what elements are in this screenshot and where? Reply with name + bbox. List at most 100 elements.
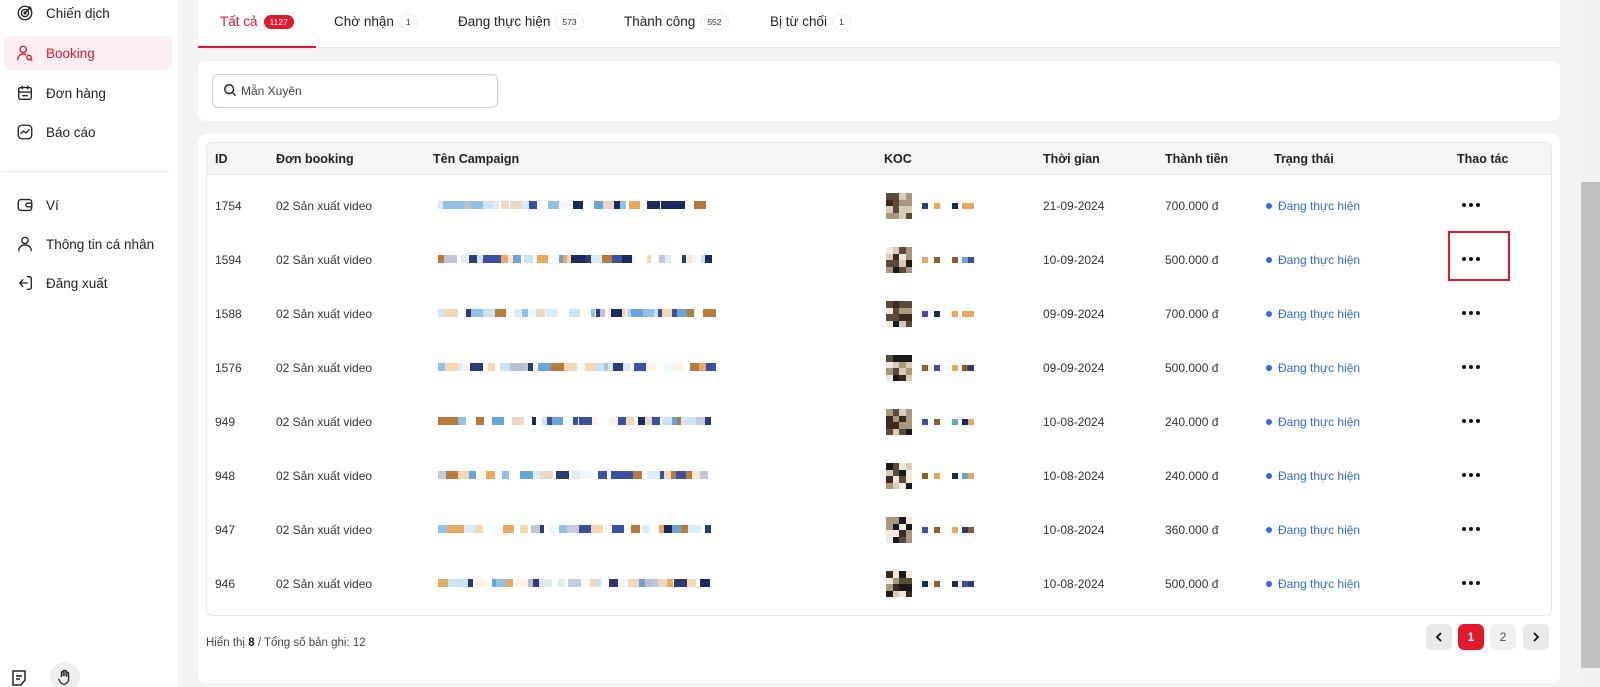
more-actions-button[interactable] bbox=[1458, 193, 1484, 217]
calendar-icon bbox=[16, 84, 34, 102]
user-search-icon bbox=[16, 44, 34, 62]
sidebar-item-logout[interactable]: Đăng xuất bbox=[4, 266, 172, 300]
tab-success[interactable]: Thành công 552 bbox=[624, 14, 728, 29]
search-panel bbox=[198, 61, 1560, 121]
page-2-button[interactable]: 2 bbox=[1490, 624, 1516, 650]
table-row[interactable]: 1594 02 Sản xuất video 10-09-2024 500.000 đ… bbox=[207, 233, 1551, 287]
search-box[interactable] bbox=[212, 74, 498, 108]
bookings-table: ID Đơn booking Tên Campaign KOC Thời gia… bbox=[206, 142, 1552, 616]
sidebar-item-reports[interactable]: Báo cáo bbox=[4, 115, 172, 149]
status-tabs: Tất cả 1127 Chờ nhận 1 Đang thực hiện 57… bbox=[198, 0, 1560, 48]
campaign-name-blurred bbox=[438, 309, 716, 319]
more-actions-button[interactable] bbox=[1458, 571, 1484, 595]
tab-all[interactable]: Tất cả 1127 bbox=[220, 14, 294, 29]
tab-label: Đang thực hiện bbox=[458, 14, 551, 29]
more-actions-button[interactable] bbox=[1458, 355, 1484, 379]
cell-id: 948 bbox=[215, 469, 236, 483]
status-badge: Đang thực hiện bbox=[1266, 361, 1360, 375]
wave-hand-icon[interactable] bbox=[50, 662, 80, 687]
cell-time: 09-09-2024 bbox=[1043, 307, 1105, 321]
table-row[interactable]: 947 02 Sản xuất video 10-08-2024 360.000 đ Đ… bbox=[207, 503, 1551, 557]
sidebar-item-label: Báo cáo bbox=[46, 124, 96, 140]
page-1-button[interactable]: 1 bbox=[1458, 624, 1484, 650]
col-header-koc: KOC bbox=[884, 152, 912, 166]
scrollbar-thumb[interactable] bbox=[1581, 182, 1600, 668]
more-actions-button[interactable] bbox=[1458, 409, 1484, 433]
table-row[interactable]: 1588 02 Sản xuất video 09-09-2024 700.000 đ… bbox=[207, 287, 1551, 341]
search-icon bbox=[223, 83, 241, 100]
cell-time: 10-08-2024 bbox=[1043, 577, 1105, 591]
status-dot-icon bbox=[1266, 365, 1272, 371]
tab-in-progress[interactable]: Đang thực hiện 573 bbox=[458, 14, 583, 29]
wallet-icon bbox=[16, 196, 34, 214]
more-actions-button[interactable] bbox=[1458, 517, 1484, 541]
more-actions-button[interactable] bbox=[1458, 463, 1484, 487]
sidebar-item-orders[interactable]: Đơn hàng bbox=[4, 76, 172, 110]
col-header-id: ID bbox=[215, 152, 228, 166]
cell-amount: 700.000 đ bbox=[1165, 199, 1219, 213]
sidebar-item-label: Chiến dịch bbox=[46, 5, 110, 21]
search-input[interactable] bbox=[241, 84, 481, 98]
tab-count-badge: 1127 bbox=[263, 14, 294, 29]
tab-pending[interactable]: Chờ nhận 1 bbox=[334, 14, 417, 29]
sidebar-item-label: Thông tin cá nhân bbox=[46, 236, 155, 252]
prev-page-button[interactable] bbox=[1426, 624, 1452, 650]
sidebar-item-profile[interactable]: Thông tin cá nhân bbox=[4, 227, 172, 261]
active-tab-indicator bbox=[198, 46, 316, 48]
koc-avatar-blurred bbox=[886, 409, 976, 435]
cell-amount: 500.000 đ bbox=[1165, 361, 1219, 375]
cell-amount: 700.000 đ bbox=[1165, 307, 1219, 321]
record-count-shown: 8 bbox=[248, 637, 255, 649]
sidebar: Chiến dịch Booking Đơn hàng Báo cáo Ví T… bbox=[0, 0, 178, 687]
user-icon bbox=[16, 235, 34, 253]
next-page-button[interactable] bbox=[1523, 624, 1549, 650]
table-row[interactable]: 946 02 Sản xuất video 10-08-2024 500.000 đ Đ… bbox=[207, 557, 1551, 611]
cell-time: 09-09-2024 bbox=[1043, 361, 1105, 375]
sidebar-item-booking[interactable]: Booking bbox=[4, 36, 172, 70]
koc-avatar-blurred bbox=[886, 571, 976, 597]
cell-time: 21-09-2024 bbox=[1043, 199, 1105, 213]
status-label: Đang thực hiện bbox=[1278, 415, 1361, 429]
notes-icon[interactable] bbox=[8, 667, 30, 687]
tab-label: Chờ nhận bbox=[334, 14, 394, 29]
sidebar-item-wallet[interactable]: Ví bbox=[4, 188, 172, 222]
status-label: Đang thực hiện bbox=[1278, 523, 1361, 537]
status-dot-icon bbox=[1266, 257, 1272, 263]
sidebar-item-campaigns[interactable]: Chiến dịch bbox=[4, 0, 172, 30]
status-dot-icon bbox=[1266, 203, 1272, 209]
cell-amount: 500.000 đ bbox=[1165, 577, 1219, 591]
cell-time: 10-09-2024 bbox=[1043, 253, 1105, 267]
status-badge: Đang thực hiện bbox=[1266, 253, 1360, 267]
table-header: ID Đơn booking Tên Campaign KOC Thời gia… bbox=[207, 143, 1551, 175]
record-count-total: / Tổng số bản ghi: 12 bbox=[257, 637, 366, 649]
col-header-campaign: Tên Campaign bbox=[433, 152, 520, 166]
tab-label: Tất cả bbox=[220, 14, 258, 29]
table-row[interactable]: 949 02 Sản xuất video 10-08-2024 240.000 đ Đ… bbox=[207, 395, 1551, 449]
chevron-left-icon bbox=[1435, 632, 1442, 642]
more-actions-button[interactable] bbox=[1458, 301, 1484, 325]
status-dot-icon bbox=[1266, 581, 1272, 587]
tab-rejected[interactable]: Bị từ chối 1 bbox=[770, 14, 850, 29]
status-dot-icon bbox=[1266, 473, 1272, 479]
cell-booking: 02 Sản xuất video bbox=[276, 415, 373, 429]
cell-booking: 02 Sản xuất video bbox=[276, 307, 373, 321]
chart-icon bbox=[16, 123, 34, 141]
status-label: Đang thực hiện bbox=[1278, 253, 1361, 267]
bookings-table-card: ID Đơn booking Tên Campaign KOC Thời gia… bbox=[198, 134, 1560, 683]
campaign-name-blurred bbox=[438, 417, 711, 427]
status-label: Đang thực hiện bbox=[1278, 361, 1361, 375]
cell-id: 1576 bbox=[215, 361, 242, 375]
cell-id: 949 bbox=[215, 415, 236, 429]
tab-label: Bị từ chối bbox=[770, 14, 828, 29]
cell-booking: 02 Sản xuất video bbox=[276, 469, 373, 483]
cell-id: 1754 bbox=[215, 199, 242, 213]
table-row[interactable]: 948 02 Sản xuất video 10-08-2024 240.000 đ Đ… bbox=[207, 449, 1551, 503]
campaign-name-blurred bbox=[438, 363, 716, 373]
cell-id: 947 bbox=[215, 523, 236, 537]
table-row[interactable]: 1576 02 Sản xuất video 09-09-2024 500.000 đ… bbox=[207, 341, 1551, 395]
table-row[interactable]: 1754 02 Sản xuất video 21-09-2024 700.000 đ… bbox=[207, 179, 1551, 233]
campaign-name-blurred bbox=[438, 525, 711, 535]
col-header-booking: Đơn booking bbox=[276, 152, 354, 166]
koc-avatar-blurred bbox=[886, 355, 976, 381]
cell-time: 10-08-2024 bbox=[1043, 415, 1105, 429]
